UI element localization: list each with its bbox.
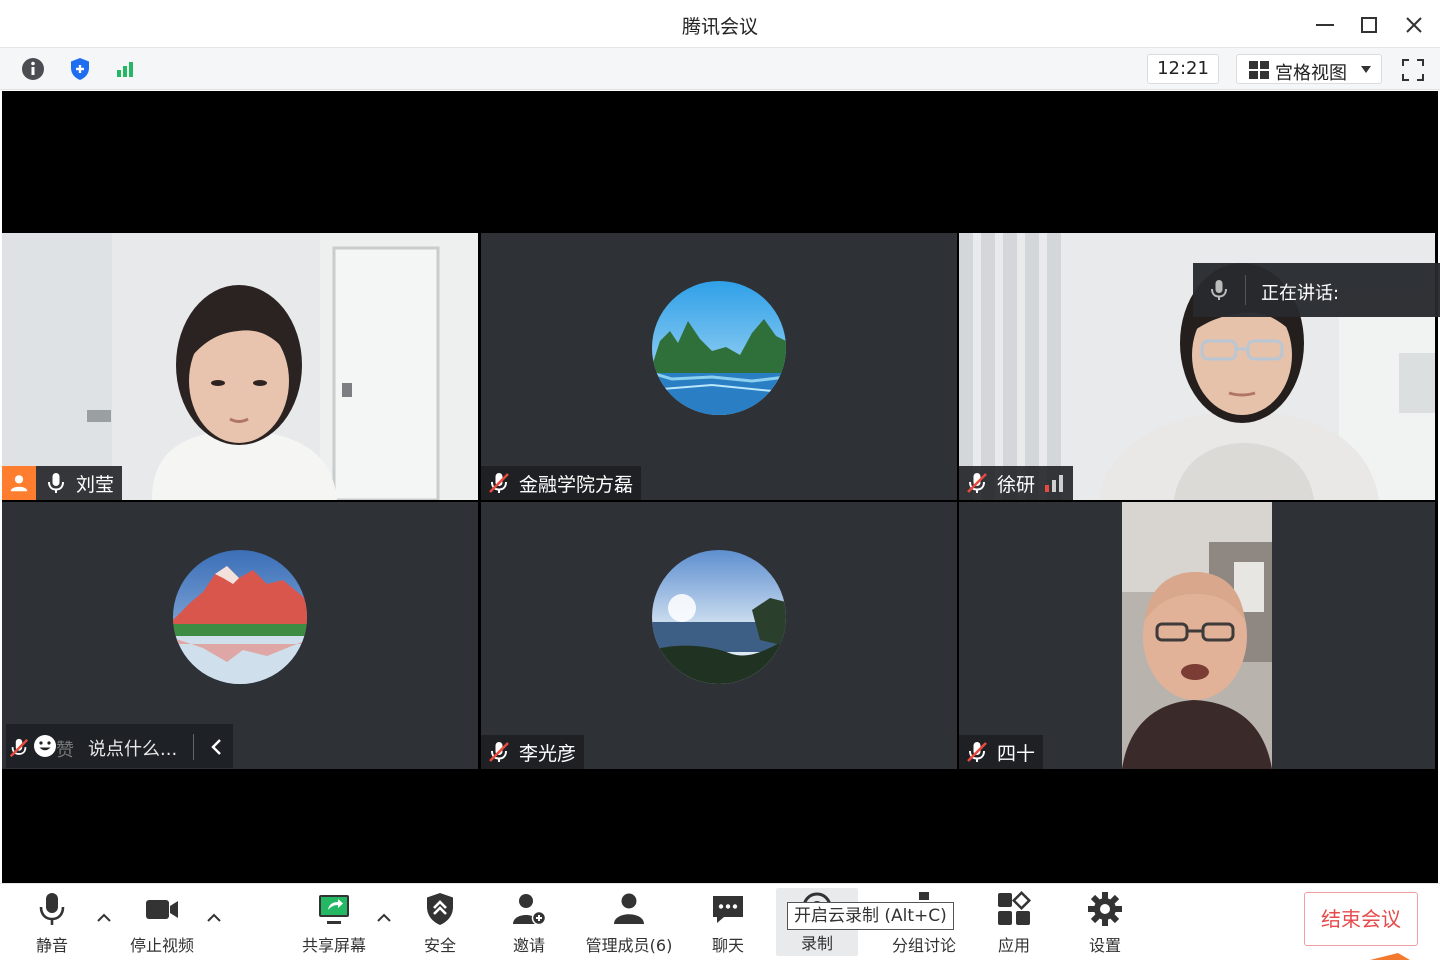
view-mode-dropdown[interactable]: 宫格视图 <box>1236 54 1382 84</box>
fullscreen-icon <box>1402 59 1424 81</box>
microphone-icon <box>48 473 64 493</box>
video-camera-icon <box>146 900 178 919</box>
gear-icon <box>1088 892 1122 926</box>
participant-avatar <box>173 550 307 684</box>
security-shield-icon <box>427 893 453 925</box>
close-button[interactable] <box>1399 10 1429 40</box>
participant-tile-5[interactable]: 李光彦 <box>481 502 957 769</box>
apps-label: 应用 <box>997 936 1030 955</box>
participant-nameplate: 金融学院方磊 <box>481 466 642 500</box>
chevron-left-icon[interactable] <box>204 734 230 760</box>
share-screen-icon <box>319 895 349 924</box>
muted-microphone-icon <box>489 742 509 762</box>
close-icon <box>1406 17 1422 33</box>
speaking-indicator: 正在讲话: <box>1193 263 1440 317</box>
meeting-toolbar: 静音 停止视频 共享屏幕 安全 邀请 管理成员(6) 聊天 录制 分组讨论 应用… <box>0 883 1440 960</box>
security-button[interactable]: 安全 <box>416 890 464 956</box>
covered-participant-name: 赞 <box>56 740 74 761</box>
muted-microphone-icon <box>967 742 987 762</box>
record-label: 录制 <box>800 934 833 953</box>
sea-view-image <box>652 550 786 684</box>
quick-chat-bar[interactable]: 赞 说点什么... <box>6 724 233 768</box>
invite-label: 邀请 <box>512 936 545 955</box>
meeting-info-button[interactable] <box>19 55 47 83</box>
manage-members-label: 管理成员(6) <box>585 936 673 955</box>
participant-name: 徐研 <box>997 473 1036 496</box>
participant-nameplate: 四十 <box>959 735 1044 769</box>
share-screen-label: 共享屏幕 <box>301 936 366 955</box>
microphone-icon <box>1211 280 1227 300</box>
participant-tile-2[interactable]: 金融学院方磊 <box>481 233 957 500</box>
breakout-label: 分组讨论 <box>891 936 956 955</box>
chat-button[interactable]: 聊天 <box>704 890 752 956</box>
camera-video-feed <box>2 233 478 500</box>
share-options-chevron-up-icon[interactable] <box>374 908 394 928</box>
stop-video-button[interactable]: 停止视频 <box>126 890 198 956</box>
video-options-chevron-up-icon[interactable] <box>204 908 224 928</box>
invite-button[interactable]: 邀请 <box>505 890 553 956</box>
chat-input-placeholder[interactable]: 说点什么... <box>88 735 177 761</box>
end-meeting-button[interactable]: 结束会议 <box>1304 892 1418 946</box>
security-status-button[interactable] <box>66 55 94 83</box>
host-badge <box>2 466 36 500</box>
settings-label: 设置 <box>1088 936 1121 955</box>
participant-name: 四十 <box>997 742 1036 765</box>
emoji-icon[interactable] <box>32 733 58 759</box>
stop-video-label: 停止视频 <box>129 936 194 955</box>
minimize-button[interactable] <box>1310 10 1340 40</box>
meeting-info-bar: 12:21 宫格视图 <box>0 48 1440 90</box>
participant-nameplate: 李光彦 <box>481 735 585 769</box>
divider <box>193 734 194 760</box>
divider <box>1245 275 1246 305</box>
karst-river-image <box>652 281 786 415</box>
apps-grid-icon <box>998 890 1032 925</box>
record-tooltip: 开启云录制 (Alt+C) <box>787 902 954 930</box>
title-bar: 腾讯会议 <box>0 0 1440 48</box>
window-title: 腾讯会议 <box>681 16 758 38</box>
shield-icon <box>71 58 89 80</box>
chat-label: 聊天 <box>711 936 744 955</box>
muted-microphone-icon <box>489 473 509 493</box>
participant-tile-1[interactable]: 刘莹 <box>2 233 478 500</box>
maximize-button[interactable] <box>1354 10 1384 40</box>
minimize-icon <box>1316 24 1334 26</box>
signal-strength-icon <box>1045 475 1064 492</box>
participant-tile-6[interactable]: 四十 <box>959 502 1435 769</box>
view-mode-label: 宫格视图 <box>1275 63 1347 84</box>
caret-down-icon <box>1361 66 1371 73</box>
members-icon <box>614 893 644 924</box>
info-icon <box>22 58 44 80</box>
participant-avatar <box>652 550 786 684</box>
muted-microphone-icon <box>9 738 29 758</box>
signal-bars-icon <box>117 62 133 77</box>
grid-view-icon <box>1249 61 1269 79</box>
audio-options-chevron-up-icon[interactable] <box>94 908 114 928</box>
participant-avatar <box>652 281 786 415</box>
decorative-corner-mark <box>1370 953 1410 960</box>
microphone-icon <box>39 893 65 925</box>
meeting-clock: 12:21 <box>1147 54 1219 84</box>
mute-label: 静音 <box>35 936 68 955</box>
chat-bubble-icon <box>713 896 743 923</box>
snow-mountain-image <box>173 550 307 684</box>
share-screen-button[interactable]: 共享屏幕 <box>298 890 370 956</box>
network-status-button[interactable] <box>112 55 140 83</box>
mute-button[interactable]: 静音 <box>24 890 80 956</box>
host-person-icon <box>10 475 28 492</box>
speaking-label: 正在讲话: <box>1261 283 1340 304</box>
muted-microphone-icon <box>967 473 987 493</box>
camera-video-feed <box>959 502 1435 769</box>
maximize-icon <box>1361 17 1377 33</box>
fullscreen-button[interactable] <box>1398 55 1428 85</box>
add-user-icon <box>513 894 547 926</box>
settings-button[interactable]: 设置 <box>1081 890 1129 956</box>
apps-button[interactable]: 应用 <box>990 890 1038 956</box>
participant-nameplate: 刘莹 <box>2 466 123 500</box>
participant-name: 李光彦 <box>519 742 577 765</box>
manage-members-button[interactable]: 管理成员(6) <box>584 890 674 956</box>
participant-name: 金融学院方磊 <box>519 473 634 496</box>
participant-name: 刘莹 <box>76 473 115 496</box>
security-label: 安全 <box>423 936 456 955</box>
participant-nameplate: 徐研 <box>959 466 1074 500</box>
